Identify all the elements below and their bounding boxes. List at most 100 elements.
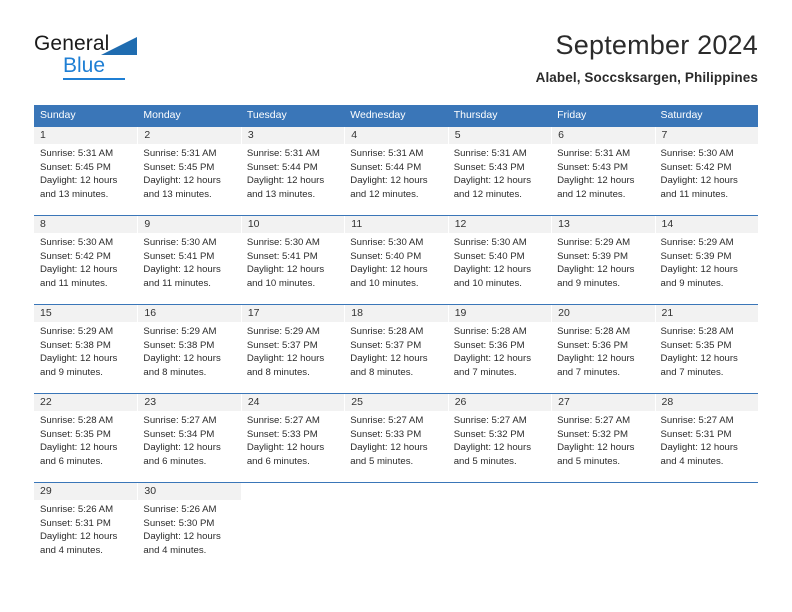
day-details: Sunrise: 5:28 AM Sunset: 5:36 PM Daylight:…: [448, 322, 551, 379]
day-number: 19: [454, 307, 467, 319]
day-number: 17: [247, 307, 260, 319]
sunrise-time: Sunrise: 5:27 AM: [453, 415, 527, 426]
daylight-duration-line1: Daylight: 12 hours: [453, 175, 532, 187]
day-number-band: 20: [551, 305, 655, 322]
calendar-day-cell[interactable]: 8 Sunrise: 5:30 AM Sunset: 5:42 PM Daylight…: [34, 216, 138, 304]
calendar-day-cell[interactable]: 1 Sunrise: 5:31 AM Sunset: 5:45 PM Daylight…: [34, 127, 138, 215]
calendar-day-cell[interactable]: 15 Sunrise: 5:29 AM Sunset: 5:38 PM Dayligh…: [34, 305, 138, 393]
day-details: Sunrise: 5:30 AM Sunset: 5:40 PM Daylight:…: [448, 233, 551, 290]
calendar-day-cell[interactable]: 6 Sunrise: 5:31 AM Sunset: 5:43 PM Daylight…: [551, 127, 655, 215]
calendar-day-cell[interactable]: 2 Sunrise: 5:31 AM Sunset: 5:45 PM Daylight…: [137, 127, 241, 215]
daylight-duration-line2: and 8 minutes.: [246, 366, 310, 378]
calendar-day-cell[interactable]: 9 Sunrise: 5:30 AM Sunset: 5:41 PM Daylight…: [137, 216, 241, 304]
daylight-duration-line1: Daylight: 12 hours: [246, 353, 325, 365]
daylight-duration-line1: Daylight: 12 hours: [40, 531, 118, 543]
calendar-day-cell[interactable]: 14 Sunrise: 5:29 AM Sunset: 5:39 PM Dayligh…: [654, 216, 758, 304]
calendar-day-cell[interactable]: 20 Sunrise: 5:28 AM Sunset: 5:36 PM Dayligh…: [551, 305, 655, 393]
calendar-day-cell[interactable]: 12 Sunrise: 5:30 AM Sunset: 5:40 PM Dayligh…: [447, 216, 552, 304]
calendar-day-cell[interactable]: 10 Sunrise: 5:30 AM Sunset: 5:41 PM Dayligh…: [240, 216, 345, 304]
sunset-time: Sunset: 5:44 PM: [246, 161, 318, 173]
calendar-day-cell[interactable]: 3 Sunrise: 5:31 AM Sunset: 5:44 PM Daylight…: [240, 127, 345, 215]
daylight-duration-line1: Daylight: 12 hours: [350, 175, 428, 187]
sunset-time: Sunset: 5:39 PM: [557, 250, 629, 262]
calendar-day-cell[interactable]: 19 Sunrise: 5:28 AM Sunset: 5:36 PM Dayligh…: [447, 305, 552, 393]
calendar-day-cell[interactable]: 7 Sunrise: 5:30 AM Sunset: 5:42 PM Daylight…: [654, 127, 758, 215]
sunset-time: Sunset: 5:33 PM: [246, 428, 318, 440]
logo-underline: [63, 78, 125, 80]
daylight-duration-line1: Daylight: 12 hours: [557, 175, 635, 187]
daylight-duration-line1: Daylight: 12 hours: [660, 175, 738, 187]
daylight-duration-line2: and 10 minutes.: [453, 277, 522, 289]
calendar-week-row: 15 Sunrise: 5:29 AM Sunset: 5:38 PM Dayligh…: [34, 304, 758, 393]
day-details: Sunrise: 5:30 AM Sunset: 5:42 PM Daylight:…: [34, 233, 137, 290]
day-number-band: 21: [654, 305, 758, 322]
day-number: 26: [454, 396, 467, 408]
day-number-band: 18: [344, 305, 448, 322]
day-number-band: 2: [137, 127, 241, 144]
sunrise-time: Sunrise: 5:29 AM: [660, 237, 734, 248]
calendar-day-cell[interactable]: 28 Sunrise: 5:27 AM Sunset: 5:31 PM Dayligh…: [654, 394, 758, 482]
weekday-header-sunday: Sunday: [40, 109, 76, 121]
daylight-duration-line1: Daylight: 12 hours: [660, 442, 738, 454]
sunrise-time: Sunrise: 5:27 AM: [557, 415, 631, 426]
sunset-time: Sunset: 5:36 PM: [453, 339, 525, 351]
day-number-band: 15: [34, 305, 138, 322]
calendar-day-cell[interactable]: 21 Sunrise: 5:28 AM Sunset: 5:35 PM Dayligh…: [654, 305, 758, 393]
day-details: Sunrise: 5:27 AM Sunset: 5:33 PM Daylight:…: [344, 411, 447, 468]
daylight-duration-line2: and 13 minutes.: [246, 188, 316, 200]
calendar-day-cell[interactable]: 24 Sunrise: 5:27 AM Sunset: 5:33 PM Dayligh…: [240, 394, 345, 482]
sunset-time: Sunset: 5:41 PM: [246, 250, 318, 262]
daylight-duration-line2: and 8 minutes.: [350, 366, 414, 378]
day-details: Sunrise: 5:26 AM Sunset: 5:30 PM Daylight:…: [137, 500, 240, 557]
sunset-time: Sunset: 5:32 PM: [557, 428, 629, 440]
page-subtitle: Alabel, Soccsksargen, Philippines: [535, 70, 758, 85]
sunrise-time: Sunrise: 5:26 AM: [40, 504, 114, 515]
day-number: 15: [40, 307, 52, 319]
sunrise-time: Sunrise: 5:31 AM: [557, 148, 631, 159]
day-number-band: 12: [447, 216, 552, 233]
day-number: 16: [144, 307, 157, 319]
sunset-time: Sunset: 5:31 PM: [660, 428, 732, 440]
weekday-header-monday: Monday: [143, 109, 181, 121]
day-details: Sunrise: 5:30 AM Sunset: 5:42 PM Daylight:…: [655, 144, 758, 201]
calendar-day-cell[interactable]: 13 Sunrise: 5:29 AM Sunset: 5:39 PM Dayligh…: [551, 216, 655, 304]
day-number: 3: [247, 129, 254, 141]
day-details: Sunrise: 5:28 AM Sunset: 5:35 PM Daylight:…: [34, 411, 137, 468]
calendar-day-cell[interactable]: 30 Sunrise: 5:26 AM Sunset: 5:30 PM Dayligh…: [137, 483, 241, 568]
calendar-day-cell[interactable]: 4 Sunrise: 5:31 AM Sunset: 5:44 PM Daylight…: [344, 127, 448, 215]
calendar-day-cell[interactable]: 5 Sunrise: 5:31 AM Sunset: 5:43 PM Daylight…: [447, 127, 552, 215]
day-number-band: 25: [344, 394, 448, 411]
daylight-duration-line1: Daylight: 12 hours: [40, 442, 118, 454]
page-title: September 2024: [555, 30, 758, 60]
day-number-band: 17: [240, 305, 345, 322]
calendar-day-cell-empty: [240, 483, 345, 568]
calendar-day-cell[interactable]: 16 Sunrise: 5:29 AM Sunset: 5:38 PM Dayligh…: [137, 305, 241, 393]
calendar-page: General Blue September 2024 Alabel, Socc…: [0, 0, 792, 612]
sunrise-time: Sunrise: 5:31 AM: [246, 148, 320, 159]
calendar-day-cell[interactable]: 11 Sunrise: 5:30 AM Sunset: 5:40 PM Dayligh…: [344, 216, 448, 304]
calendar-day-cell[interactable]: 18 Sunrise: 5:28 AM Sunset: 5:37 PM Dayligh…: [344, 305, 448, 393]
day-number: 12: [454, 218, 467, 230]
daylight-duration-line1: Daylight: 12 hours: [660, 353, 738, 365]
calendar-day-cell[interactable]: 17 Sunrise: 5:29 AM Sunset: 5:37 PM Dayligh…: [240, 305, 345, 393]
sunset-time: Sunset: 5:34 PM: [143, 428, 215, 440]
calendar-day-cell[interactable]: 22 Sunrise: 5:28 AM Sunset: 5:35 PM Dayligh…: [34, 394, 138, 482]
sunrise-time: Sunrise: 5:30 AM: [350, 237, 424, 248]
day-details: [551, 500, 654, 503]
day-number-band: 19: [447, 305, 552, 322]
calendar-day-cell[interactable]: 23 Sunrise: 5:27 AM Sunset: 5:34 PM Dayligh…: [137, 394, 241, 482]
calendar-day-cell[interactable]: 29 Sunrise: 5:26 AM Sunset: 5:31 PM Dayligh…: [34, 483, 138, 568]
sunset-time: Sunset: 5:35 PM: [40, 428, 111, 440]
daylight-duration-line1: Daylight: 12 hours: [40, 353, 118, 365]
calendar-day-cell[interactable]: 25 Sunrise: 5:27 AM Sunset: 5:33 PM Dayligh…: [344, 394, 448, 482]
daylight-duration-line2: and 10 minutes.: [350, 277, 419, 289]
calendar-day-cell[interactable]: 27 Sunrise: 5:27 AM Sunset: 5:32 PM Dayligh…: [551, 394, 655, 482]
day-number-band: [344, 483, 447, 500]
general-blue-logo[interactable]: General Blue: [34, 32, 234, 88]
sunset-time: Sunset: 5:33 PM: [350, 428, 422, 440]
weekday-header-friday: Friday: [557, 109, 587, 121]
day-number: 30: [144, 485, 157, 497]
day-number-band: 14: [654, 216, 758, 233]
day-number: 27: [558, 396, 570, 408]
calendar-day-cell[interactable]: 26 Sunrise: 5:27 AM Sunset: 5:32 PM Dayligh…: [447, 394, 552, 482]
